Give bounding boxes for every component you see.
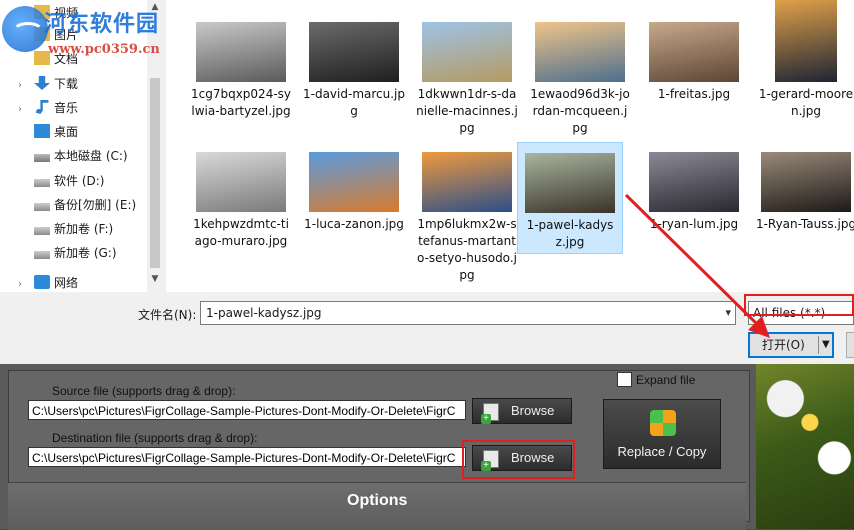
file-thumbnail (422, 22, 512, 82)
watermark-title: 河东软件园 (44, 11, 160, 37)
file-name: 1-pawel-kadysz.jpg (526, 218, 614, 249)
file-item[interactable]: 1mp6lukmx2w-stefanus-martanto-setyo-huso… (412, 152, 522, 284)
nav-item-label: 桌面 (54, 125, 79, 139)
file-name: 1-gerard-mooren.jpg (758, 87, 854, 118)
add-file-icon (481, 403, 499, 424)
nav-item-8[interactable]: 备份[勿删] (E:) (18, 194, 136, 216)
open-dropdown-icon[interactable]: ▼ (822, 334, 830, 356)
file-name: 1dkwwn1dr-s-danielle-macinnes.jpg (416, 87, 518, 135)
replace-copy-button[interactable]: Replace / Copy (603, 399, 721, 469)
open-file-dialog: 视频 图片 文档 › 下载 › 音乐 桌面 本地磁盘 (C:) 软件 (D:) 备份[勿删] (E:… (0, 0, 854, 364)
file-thumbnail (196, 22, 286, 82)
file-item[interactable]: 1-pawel-kadysz.jpg (517, 142, 623, 254)
drive-icon (34, 227, 50, 235)
file-thumbnail (525, 153, 615, 213)
file-name: 1-luca-zanon.jpg (304, 217, 404, 231)
file-item[interactable]: 1-Ryan-Tauss.jpg (751, 152, 854, 233)
scrollbar-thumb[interactable] (150, 78, 160, 268)
music-icon (35, 100, 49, 114)
file-item[interactable]: 1-freitas.jpg (639, 22, 749, 103)
expand-file-checkbox[interactable]: Expand file (617, 372, 695, 387)
cancel-button[interactable] (846, 332, 854, 358)
file-thumbnail (649, 22, 739, 82)
highlight-box-filetype (744, 294, 854, 316)
local-disk-icon (34, 154, 50, 162)
file-thumbnail (761, 152, 851, 212)
file-item[interactable]: 1dkwwn1dr-s-danielle-macinnes.jpg (412, 22, 522, 137)
file-thumbnail (309, 152, 399, 212)
destination-file-input[interactable]: C:\Users\pc\Pictures\FigrCollage-Sample-… (28, 447, 466, 467)
open-button[interactable]: 打开(O) ▼ (748, 332, 834, 358)
download-icon (34, 76, 50, 90)
nav-item-label: 新加卷 (G:) (54, 246, 117, 260)
file-thumbnail-grid: 1cg7bqxp024-sylwia-bartyzel.jpg 1-david-m… (166, 0, 854, 292)
file-item[interactable]: 1-david-marcu.jpg (299, 22, 409, 120)
file-thumbnail (422, 152, 512, 212)
nav-item-label: 本地磁盘 (C:) (54, 149, 128, 163)
network-icon (34, 275, 50, 289)
nav-item-10[interactable]: 新加卷 (G:) (18, 242, 117, 264)
file-thumbnail (196, 152, 286, 212)
file-name: 1-ryan-lum.jpg (649, 217, 739, 231)
nav-item-9[interactable]: 新加卷 (F:) (18, 218, 113, 240)
filename-input[interactable]: 1-pawel-kadysz.jpg ▾ (200, 301, 736, 325)
desktop-icon (34, 124, 50, 138)
nav-item-11[interactable]: › 网络 (18, 272, 78, 294)
file-item[interactable]: 1-luca-zanon.jpg (299, 152, 409, 233)
file-thumbnail (535, 22, 625, 82)
chevron-down-icon[interactable]: ▾ (725, 302, 731, 324)
options-title: Options (347, 492, 408, 509)
nav-item-5[interactable]: 桌面 (18, 121, 78, 143)
file-name: 1-david-marcu.jpg (303, 87, 405, 118)
nav-item-label: 下载 (54, 77, 79, 91)
nav-item-7[interactable]: 软件 (D:) (18, 170, 104, 192)
file-name: 1cg7bqxp024-sylwia-bartyzel.jpg (190, 87, 292, 118)
chevron-right-icon[interactable]: › (18, 75, 28, 97)
source-file-label: Source file (supports drag & drop): (52, 384, 236, 398)
nav-item-label: 音乐 (54, 101, 79, 115)
watermark-url: www.pc0359.cn (48, 42, 160, 57)
chevron-right-icon[interactable]: › (18, 99, 28, 121)
scroll-down-arrow[interactable]: ▼ (147, 274, 163, 284)
file-name: 1kehpwzdmtc-tiago-muraro.jpg (193, 217, 289, 248)
file-item[interactable]: 1ewaod96d3k-jordan-mcqueen.jpg (525, 22, 635, 137)
nav-item-6[interactable]: 本地磁盘 (C:) (18, 145, 128, 167)
replace-icon (650, 410, 676, 436)
drive-icon (34, 203, 50, 211)
filename-bar: 文件名(N): 1-pawel-kadysz.jpg ▾ All files (… (0, 292, 854, 364)
file-item[interactable]: 1cg7bqxp024-sylwia-bartyzel.jpg (186, 22, 296, 120)
file-item[interactable]: 1kehpwzdmtc-tiago-muraro.jpg (186, 152, 296, 250)
nav-item-4[interactable]: › 音乐 (18, 97, 78, 119)
nav-item-label: 网络 (54, 276, 79, 290)
file-name: 1-Ryan-Tauss.jpg (755, 217, 854, 231)
nav-item-label: 新加卷 (F:) (54, 222, 114, 236)
nav-item-3[interactable]: › 下载 (18, 73, 78, 95)
drive-icon (34, 251, 50, 259)
file-thumbnail (649, 152, 739, 212)
checkbox-box[interactable] (617, 372, 632, 387)
nav-item-label: 软件 (D:) (54, 174, 105, 188)
file-name: 1-freitas.jpg (657, 87, 731, 101)
file-thumbnail (309, 22, 399, 82)
drive-icon (34, 179, 50, 187)
file-item[interactable]: 1-ryan-lum.jpg (639, 152, 749, 233)
file-name: 1mp6lukmx2w-stefanus-martanto-setyo-huso… (417, 217, 517, 282)
nav-item-label: 备份[勿删] (E:) (54, 198, 137, 212)
file-name: 1ewaod96d3k-jordan-mcqueen.jpg (530, 87, 630, 135)
watermark-logo (2, 6, 48, 52)
file-thumbnail (775, 0, 837, 82)
source-browse-button[interactable]: Browse (472, 398, 572, 424)
highlight-box-browse (462, 440, 575, 479)
destination-file-label: Destination file (supports drag & drop): (52, 431, 258, 445)
file-item[interactable]: 1-gerard-mooren.jpg (751, 0, 854, 120)
filename-label: 文件名(N): (138, 308, 197, 322)
source-file-input[interactable]: C:\Users\pc\Pictures\FigrCollage-Sample-… (28, 400, 466, 420)
